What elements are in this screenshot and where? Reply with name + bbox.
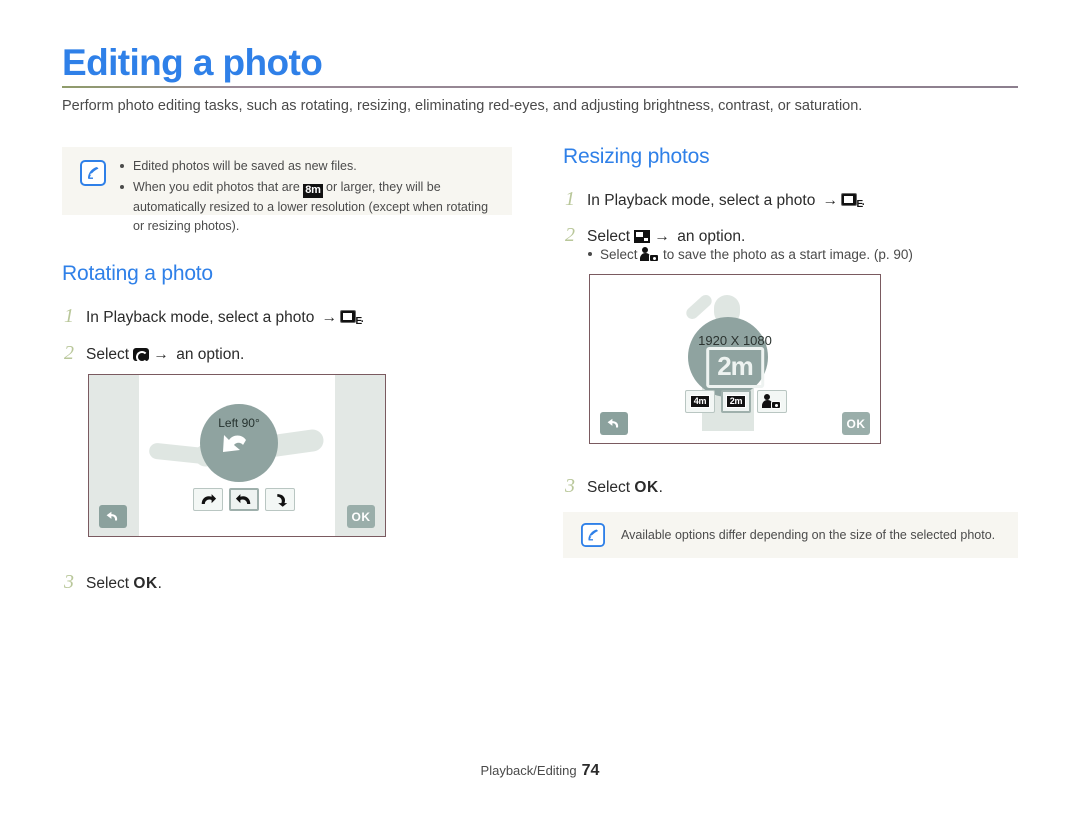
resolution-2m-icon: 2m bbox=[725, 394, 747, 409]
resizing-step-2: 2 Select → an option. bbox=[565, 222, 745, 249]
edit-mode-icon: E bbox=[841, 192, 863, 210]
resolution-4m-icon: 4m bbox=[689, 394, 711, 409]
ok-glyph: OK bbox=[133, 575, 158, 592]
lcd-back-button[interactable] bbox=[600, 412, 628, 435]
intro-paragraph: Perform photo editing tasks, such as rot… bbox=[62, 98, 863, 114]
rotating-step-3: 3 Select OK. bbox=[64, 569, 162, 596]
resizing-note-text: Available options differ depending on th… bbox=[621, 528, 996, 542]
rotate-right-button[interactable] bbox=[193, 488, 223, 511]
resizing-step-1: 1 In Playback mode, select a photo → E. bbox=[565, 186, 865, 213]
resizing-lcd-screenshot: 1920 X 1080 2m 4m 2m OK bbox=[589, 274, 881, 444]
resize-selected-resolution: 2m bbox=[706, 347, 764, 388]
footer-section-label: Playback/Editing bbox=[480, 763, 577, 778]
rotating-step-2: 2 Select → an option. bbox=[64, 340, 244, 367]
lcd-scene: 1920 X 1080 2m 4m 2m OK bbox=[590, 275, 880, 443]
start-image-icon bbox=[762, 394, 781, 409]
note-bullet-1: Edited photos will be saved as new files… bbox=[120, 157, 498, 176]
step-number: 2 bbox=[64, 342, 74, 364]
note-bullet-2: When you edit photos that are 8m or larg… bbox=[120, 178, 498, 236]
step-number: 2 bbox=[565, 224, 575, 246]
step-number: 3 bbox=[64, 571, 74, 593]
manual-page: Editing a photo Perform photo editing ta… bbox=[0, 0, 1080, 815]
resize-resolution-label: 1920 X 1080 bbox=[698, 333, 772, 348]
resizing-step-3: 3 Select OK. bbox=[565, 473, 663, 500]
resolution-8m-icon: 8m bbox=[303, 184, 323, 199]
resize-option-4m-button[interactable]: 4m bbox=[685, 390, 715, 413]
top-note-body: Edited photos will be saved as new files… bbox=[120, 147, 512, 249]
step-number: 3 bbox=[565, 475, 575, 497]
note-pencil-icon bbox=[80, 160, 106, 186]
page-title: Editing a photo bbox=[62, 42, 323, 83]
start-image-icon bbox=[640, 247, 660, 262]
step-number: 1 bbox=[64, 305, 74, 327]
photo-subject bbox=[683, 292, 715, 322]
lcd-ok-button[interactable]: OK bbox=[347, 505, 375, 528]
resize-option-2m-button[interactable]: 2m bbox=[721, 390, 751, 413]
lcd-back-button[interactable] bbox=[99, 505, 127, 528]
rotation-preview-circle: Left 90° bbox=[200, 404, 278, 482]
flip-rotate-button[interactable] bbox=[265, 488, 295, 511]
arrow-glyph: → bbox=[654, 228, 670, 245]
resize-option-start-image-button[interactable] bbox=[757, 390, 787, 413]
rotate-left-button[interactable] bbox=[229, 488, 259, 511]
bullet-dot bbox=[588, 252, 592, 257]
resize-option-buttons[interactable]: 4m 2m bbox=[685, 390, 787, 413]
top-note-box: Edited photos will be saved as new files… bbox=[62, 147, 512, 233]
rotating-step-1: 1 In Playback mode, select a photo → E. bbox=[64, 303, 364, 330]
lcd-scene: Left 90° OK bbox=[89, 375, 385, 536]
footer-page-number: 74 bbox=[581, 762, 600, 779]
resizing-note-box: Available options differ depending on th… bbox=[563, 512, 1018, 558]
page-footer: Playback/Editing 74 bbox=[0, 762, 1080, 780]
rotation-option-buttons[interactable] bbox=[193, 488, 295, 511]
rotating-lcd-screenshot: Left 90° OK bbox=[88, 374, 386, 537]
note-pencil-icon bbox=[581, 523, 607, 549]
edit-mode-icon: E bbox=[340, 309, 362, 327]
step-number: 1 bbox=[565, 188, 575, 210]
arrow-glyph: → bbox=[321, 309, 338, 326]
section-heading-rotating: Rotating a photo bbox=[62, 262, 213, 285]
arrow-glyph: → bbox=[153, 346, 169, 363]
resizing-step-2-substep: Select to save the photo as a start imag… bbox=[588, 247, 913, 262]
arrow-glyph: → bbox=[822, 192, 839, 209]
section-heading-resizing: Resizing photos bbox=[563, 145, 710, 168]
rotate-icon bbox=[133, 347, 150, 363]
ok-glyph: OK bbox=[634, 479, 659, 496]
title-divider bbox=[62, 86, 1018, 88]
lcd-ok-button[interactable]: OK bbox=[842, 412, 870, 435]
resize-icon bbox=[634, 229, 651, 244]
